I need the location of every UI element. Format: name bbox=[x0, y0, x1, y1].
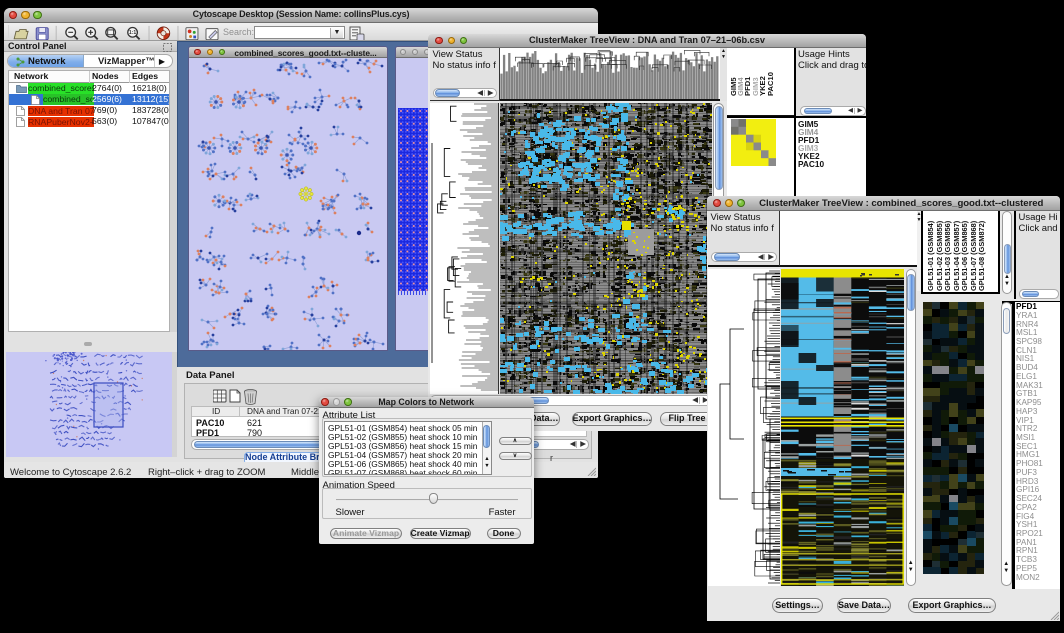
svg-text:1:1: 1:1 bbox=[129, 30, 137, 36]
